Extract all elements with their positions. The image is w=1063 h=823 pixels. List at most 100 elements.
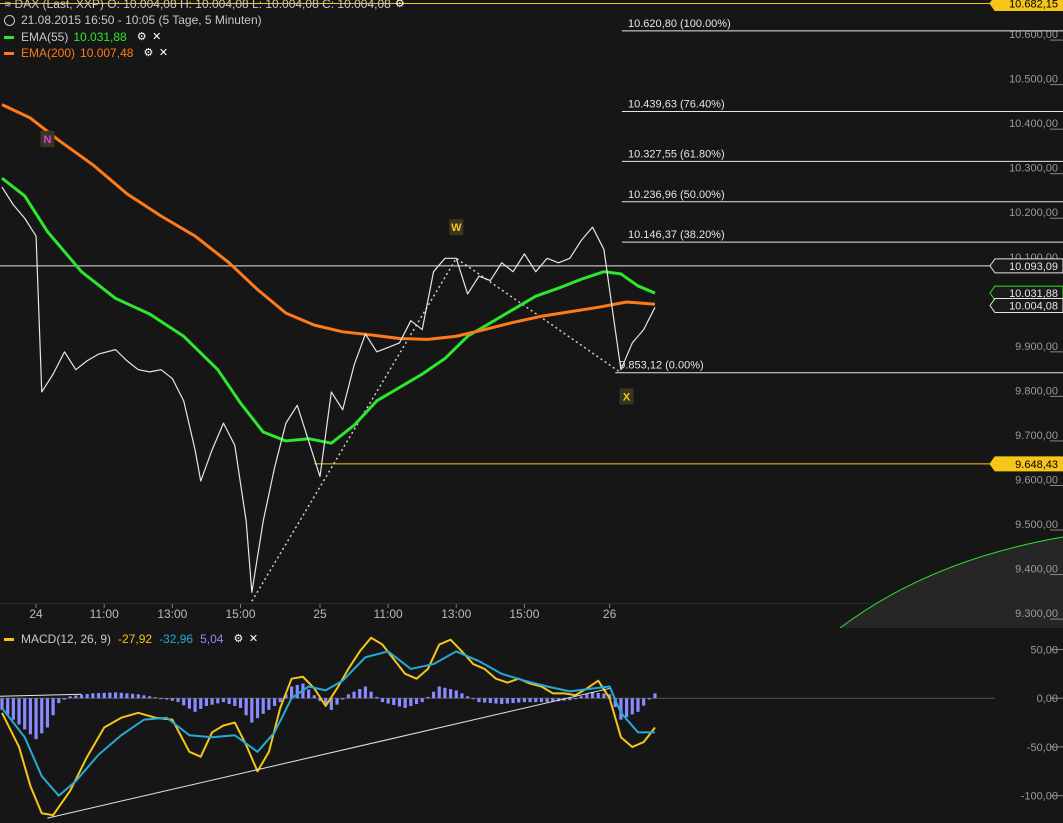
- macd-histogram-bar: [244, 698, 248, 716]
- macd-histogram-bar: [625, 698, 629, 718]
- macd-histogram-bar: [346, 694, 350, 699]
- macd-histogram-bar: [176, 698, 180, 703]
- macd-histogram-bar: [74, 695, 78, 699]
- fib-level-label: 10.236,96 (50.00%): [628, 189, 725, 201]
- macd-histogram-bar: [159, 698, 163, 700]
- price-tick-label: 10.500,00: [1009, 74, 1058, 86]
- fib-level-label: 10.439,63 (76.40%): [628, 99, 725, 111]
- macd-value-2: -32,96: [159, 632, 194, 646]
- macd-label: MACD(12, 26, 9): [21, 632, 112, 646]
- price-pane[interactable]: 10.600,0010.500,0010.400,0010.300,0010.2…: [0, 0, 1063, 639]
- price-badge-label: 10.682,15: [1009, 0, 1058, 10]
- time-tick-label: 15:00: [225, 607, 255, 621]
- price-badge-label: 10.004,08: [1009, 301, 1058, 313]
- ema55-settings-icon[interactable]: ⚙: [136, 31, 148, 43]
- macd-histogram-bar: [443, 687, 447, 699]
- macd-settings-icon[interactable]: ⚙: [232, 633, 244, 645]
- macd-histogram-bar: [40, 698, 44, 734]
- macd-histogram-bar: [636, 698, 640, 712]
- ema55-close-icon[interactable]: ✕: [151, 31, 163, 43]
- macd-histogram-bar: [460, 693, 464, 699]
- price-tick-label: 9.900,00: [1015, 341, 1058, 353]
- macd-histogram-bar: [466, 696, 470, 699]
- price-badge-label: 10.093,09: [1009, 261, 1058, 273]
- price-tick-label: 10.200,00: [1009, 207, 1058, 219]
- macd-histogram-bar: [431, 691, 436, 699]
- price-tick-label: 9.700,00: [1015, 430, 1058, 442]
- macd-histogram-bar: [221, 698, 226, 703]
- ema200-close-icon[interactable]: ✕: [157, 47, 169, 59]
- settings-icon[interactable]: ⚙: [394, 0, 406, 10]
- macd-histogram-bar: [369, 691, 373, 699]
- macd-histogram-bar: [312, 695, 316, 699]
- macd-histogram-bar: [62, 698, 67, 700]
- macd-histogram-bar: [79, 694, 84, 699]
- macd-histogram-bar: [602, 693, 606, 699]
- macd-histogram-bar: [113, 692, 118, 699]
- price-tick-label: 9.300,00: [1015, 608, 1058, 620]
- ema200-settings-icon[interactable]: ⚙: [142, 47, 154, 59]
- instrument-line: DAX (Last, XXP) O: 10.004,08 H: 10.004,0…: [14, 0, 391, 11]
- price-tick-label: 10.400,00: [1009, 118, 1058, 130]
- macd-histogram-bar: [11, 698, 15, 720]
- wave-marker-label: X: [623, 391, 631, 403]
- wave-marker-label: N: [43, 134, 51, 146]
- macd-histogram-bar: [182, 698, 186, 706]
- time-tick-label: 11:00: [374, 607, 403, 621]
- macd-histogram-bar: [210, 698, 214, 705]
- macd-histogram-bar: [590, 692, 595, 699]
- macd-histogram-bar: [534, 698, 538, 703]
- macd-histogram-bar: [426, 696, 430, 699]
- macd-histogram-bar: [335, 698, 339, 705]
- macd-histogram-bar: [148, 696, 152, 699]
- macd-tick-label: 50,00: [1030, 644, 1058, 656]
- macd-histogram-bar: [153, 697, 157, 699]
- macd-histogram-bar: [517, 698, 521, 703]
- macd-histogram-bar: [414, 698, 419, 705]
- macd-swatch: [4, 637, 14, 641]
- macd-histogram-bar: [341, 698, 345, 700]
- macd-histogram-bar: [255, 698, 260, 719]
- price-tick-label: 9.600,00: [1015, 474, 1058, 486]
- macd-tick-label: -100,00: [1021, 791, 1058, 803]
- macd-histogram-bar: [278, 698, 282, 703]
- wave-marker-label: W: [451, 222, 462, 234]
- macd-histogram-bar: [193, 698, 197, 712]
- macd-value-1: -27,92: [118, 632, 153, 646]
- ema55-label: EMA(55): [21, 30, 69, 44]
- macd-histogram-bar: [165, 698, 169, 700]
- macd-histogram-bar: [199, 698, 203, 709]
- macd-histogram-bar: [522, 698, 526, 703]
- macd-histogram-bar: [573, 698, 578, 700]
- macd-histogram-bar: [579, 696, 583, 699]
- macd-legend: MACD(12, 26, 9) -27,92 -32,96 5,04 ⚙ ✕: [4, 632, 259, 646]
- chart-type-icon: ≋: [4, 0, 12, 9]
- chart-root: 10.600,0010.500,0010.400,0010.300,0010.2…: [0, 0, 1063, 823]
- fib-level-label: 10.327,55 (61.80%): [628, 148, 725, 160]
- macd-pane[interactable]: 50,00 0,00 -50,00 -100,00: [0, 628, 1063, 823]
- macd-histogram-bar: [585, 694, 589, 699]
- macd-histogram-bar: [392, 698, 396, 706]
- macd-tick-label: 0,00: [1037, 693, 1058, 705]
- macd-histogram-bar: [420, 698, 424, 703]
- clock-icon: [4, 14, 15, 26]
- macd-histogram-bar: [108, 692, 112, 699]
- macd-histogram-bar: [409, 698, 413, 706]
- macd-histogram-bar: [471, 698, 475, 700]
- macd-histogram-bar: [528, 698, 532, 703]
- price-badge-label: 9.648,43: [1015, 459, 1058, 471]
- macd-histogram-bar: [448, 689, 453, 699]
- macd-histogram-bar: [119, 692, 123, 699]
- time-line: 21.08.2015 16:50 - 10:05 (5 Tage, 5 Minu…: [21, 13, 262, 27]
- macd-close-icon[interactable]: ✕: [247, 633, 259, 645]
- ema55-value: 10.031,88: [73, 30, 127, 44]
- macd-histogram-bar: [131, 693, 135, 699]
- macd-histogram-bar: [380, 698, 385, 703]
- macd-histogram-bar: [647, 698, 651, 700]
- macd-histogram-bar: [57, 698, 61, 704]
- fib-level-label: 10.146,37 (38.20%): [628, 229, 725, 241]
- time-tick-label: 13:00: [441, 607, 471, 621]
- time-tick-label: 11:00: [90, 607, 119, 621]
- macd-histogram-bar: [34, 698, 38, 740]
- macd-value-3: 5,04: [200, 632, 224, 646]
